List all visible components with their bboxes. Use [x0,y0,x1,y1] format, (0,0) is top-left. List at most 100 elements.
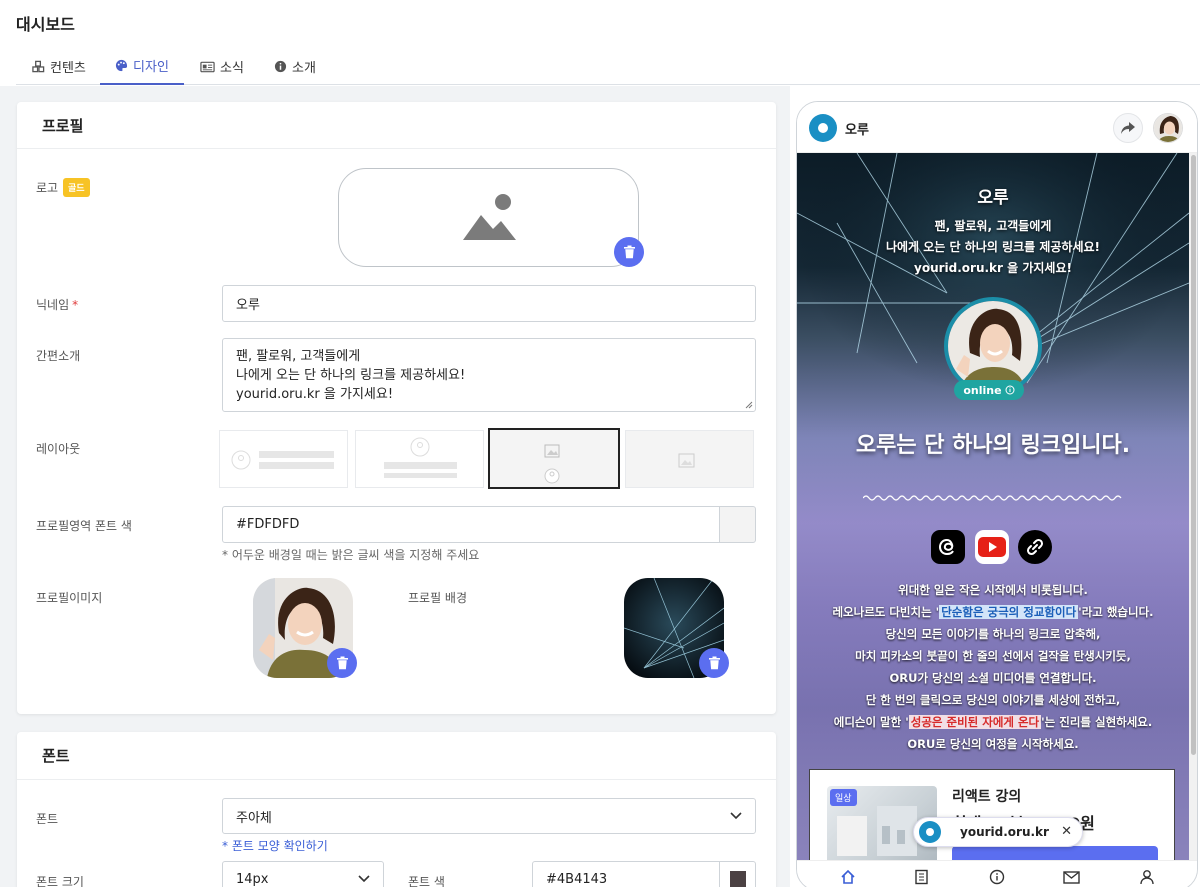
nav-mail[interactable] [1062,867,1082,887]
share-icon [1121,122,1135,134]
preview-bio-line: 팬, 팔로워, 고객들에게 [934,219,1052,233]
font-color-hint: * 어두운 배경일 때는 밝은 글씨 색을 지정해 주세요 [222,548,480,562]
trash-icon [708,656,720,670]
share-button[interactable] [1113,113,1143,143]
font-card-title: 폰트 [17,732,776,780]
font-color-label: 프로필영역 폰트 색 [36,519,132,533]
link-button[interactable] [1018,530,1052,564]
nickname-input[interactable]: 오루 [222,285,756,322]
avatar-photo [1154,114,1182,142]
font-color-value-input[interactable]: #4B4143 [532,861,720,887]
logo-upload[interactable] [338,168,639,267]
font-size-select[interactable]: 14px [222,861,384,887]
info-icon [1005,385,1015,395]
tab-about[interactable]: 소개 [274,48,334,85]
preview-name: 오루 [977,188,1009,208]
font-size-label: 폰트 크기 [36,875,84,887]
font-color-label-2: 폰트 색 [408,875,445,887]
profile-bg-delete-button[interactable] [699,648,729,678]
layout-option-4[interactable] [625,430,754,488]
font-select-value: 주아체 [236,810,272,826]
preview-bottom-nav [797,860,1197,887]
layout-label: 레이아웃 [36,442,81,456]
mobile-preview: 오루 오루 팬, 팔로워, 고객들에게 나에게 오는 단 하나의 링크를 제공하… [796,101,1198,887]
tab-label: 소개 [292,61,316,76]
nav-home[interactable] [838,867,858,887]
profile-photo [948,301,1038,391]
home-icon [841,869,855,884]
tab-design[interactable]: 디자인 [100,48,184,85]
preview-desc-line: 레오나르도 다빈치는 ' 단순함은 궁극의 정교함이다 '라고 했습니다. [832,605,1154,619]
bio-line: yourid.oru.kr 을 가지세요! [236,387,394,402]
color-swatch-fill [729,871,746,887]
font-preview-link[interactable]: * 폰트 모양 확인하기 [222,837,328,854]
font-select[interactable]: 주아체 [222,798,756,834]
preview-bio-line: yourid.oru.kr 을 가지세요! [914,261,1072,275]
preview-desc-line: 당신의 모든 이야기를 하나의 링크로 압축해, [885,627,1101,641]
book-icon [915,869,928,885]
wave-divider [863,495,1122,501]
page-title: 대시보드 [16,15,75,34]
tab-label: 컨텐츠 [50,61,86,76]
font-label: 폰트 [36,812,59,826]
font-size-value: 14px [236,871,269,887]
layout-option-1[interactable] [219,430,348,488]
url-chip-text: yourid.oru.kr [960,825,1049,839]
preview-desc-line: 마치 피카소의 붓끝이 한 줄의 선에서 걸작을 탄생시키듯, [855,649,1131,663]
preview-scrollbar[interactable] [1189,153,1197,865]
preview-desc-line: 에디슨이 말한 ' 성공은 준비된 자에게 온다 '는 진리를 실현하세요. [833,715,1153,729]
trash-icon [336,656,348,670]
layout-cover-image-icon [544,444,560,484]
info-icon [274,60,287,73]
trash-icon [623,245,635,259]
cubes-icon [32,60,45,73]
close-icon[interactable]: ✕ [1061,824,1072,839]
nav-user[interactable] [1137,867,1157,887]
info-icon [989,869,1005,885]
profile-card-title: 프로필 [17,102,776,149]
logo-delete-button[interactable] [614,237,644,267]
youtube-button[interactable] [975,530,1009,564]
threads-button[interactable] [931,530,965,564]
preview-desc-line: 위대한 일은 작은 시작에서 비롯됩니다. [898,583,1088,597]
preview-header-title: 오루 [845,123,869,138]
nickname-label: 닉네임 * [36,298,79,312]
profile-image-delete-button[interactable] [327,648,357,678]
layout-center-avatar-icon [384,437,457,478]
nav-book[interactable] [912,867,932,887]
gold-badge: 골드 [63,178,90,197]
font-color-picker[interactable] [719,506,756,543]
card-title: 리액트 강의 [952,789,1022,805]
user-icon [1140,870,1154,885]
preview-desc-line: ORU가 당신의 소셜 미디어를 연결합니다. [889,671,1097,685]
tab-label: 디자인 [133,60,169,75]
mail-icon [1063,871,1080,884]
preview-bio-line: 나에게 오는 단 하나의 링크를 제공하세요! [885,240,1101,254]
nav-info[interactable] [987,867,1007,887]
layout-image-only-icon [678,453,695,468]
font-color-input[interactable]: #FDFDFD [222,506,720,543]
profile-image-label: 프로필이미지 [36,591,103,605]
font-color-swatch[interactable] [719,861,756,887]
resize-grip-icon[interactable] [745,401,753,409]
avatar[interactable] [1153,113,1183,143]
newspaper-icon [200,61,215,72]
preview-header: 오루 [797,102,1197,153]
link-icon [1026,538,1044,556]
bio-line: 나에게 오는 단 하나의 링크를 제공하세요! [236,368,466,383]
tab-news[interactable]: 소식 [200,48,260,85]
chevron-down-icon [730,812,742,820]
bio-line: 팬, 팔로워, 고객들에게 [236,349,361,364]
highlight-quote: 단순함은 궁극의 정교함이다 [939,605,1079,619]
bio-textarea[interactable]: 팬, 팔로워, 고객들에게 나에게 오는 단 하나의 링크를 제공하세요! yo… [222,338,756,412]
preview-headline: 오루는 단 하나의 링크입니다. [855,433,1131,458]
online-label: online [963,383,1002,397]
url-chip[interactable]: yourid.oru.kr ✕ [913,817,1083,847]
image-placeholder-icon [462,193,516,240]
layout-option-3[interactable] [488,428,620,489]
preview-desc-line: 단 한 번의 클릭으로 당신의 이야기를 세상에 전하고, [865,693,1121,707]
profile-bg-label: 프로필 배경 [408,591,468,605]
tab-contents[interactable]: 컨텐츠 [32,48,104,85]
layout-option-2[interactable] [355,430,484,488]
layout-left-avatar-icon [231,450,334,470]
